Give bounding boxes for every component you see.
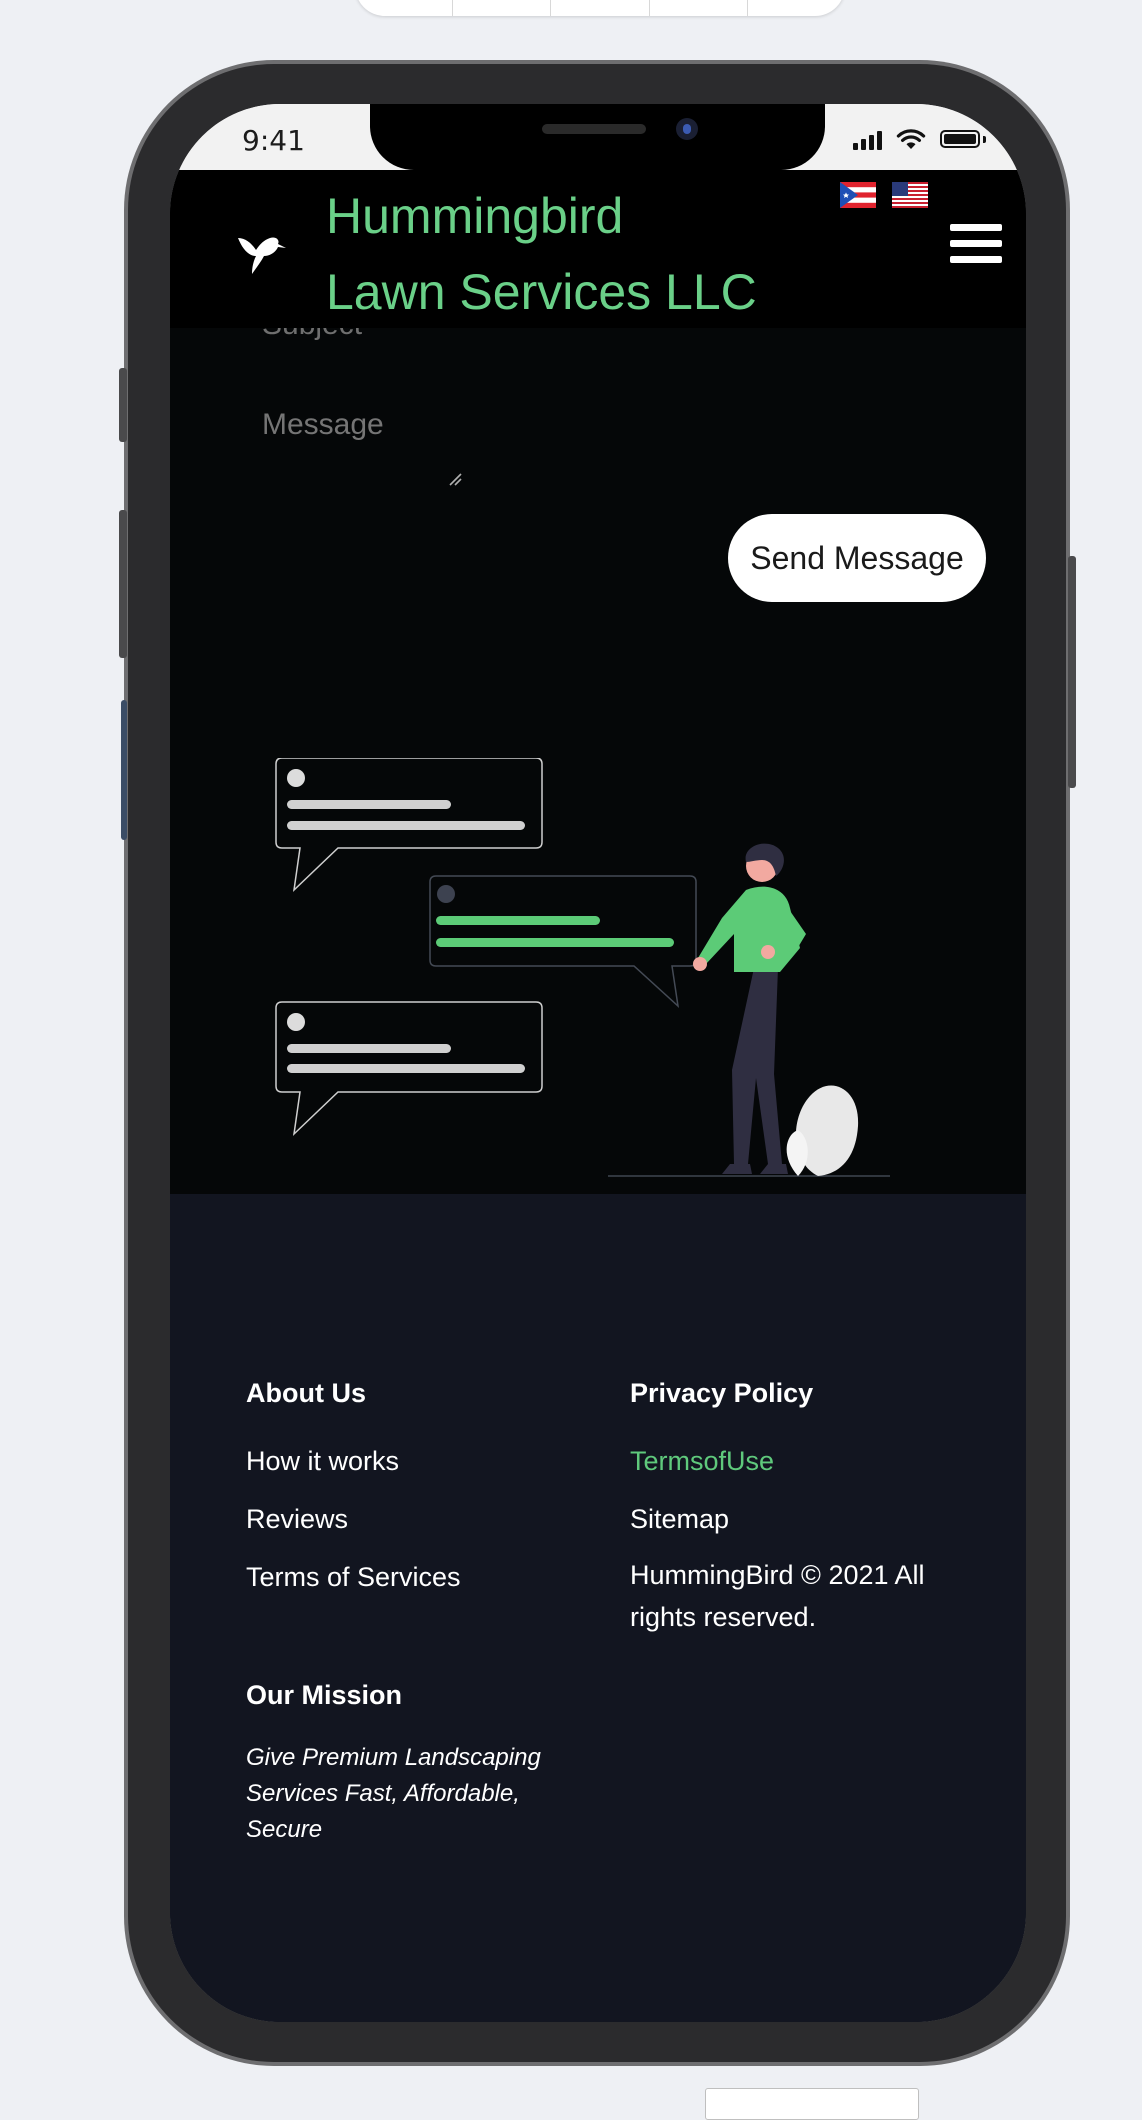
front-camera — [676, 118, 698, 140]
hamburger-menu-icon[interactable] — [950, 224, 1002, 270]
footer-link-sitemap[interactable]: Sitemap — [630, 1504, 729, 1535]
signal-icon — [853, 130, 882, 150]
wifi-icon — [896, 129, 926, 149]
us-flag-icon[interactable] — [892, 182, 928, 208]
person-illustration — [693, 843, 806, 1174]
footer-copyright: HummingBird © 2021 All rights reserved. — [630, 1560, 925, 1632]
footer-heading-about-us[interactable]: About Us — [246, 1378, 366, 1409]
volume-up-button — [119, 510, 127, 658]
notch — [370, 104, 825, 170]
footer-link-terms-of-services[interactable]: Terms of Services — [246, 1562, 461, 1593]
footer-link-terms-of-use[interactable]: TermsofUse — [630, 1446, 774, 1477]
footer-heading-our-mission: Our Mission — [246, 1680, 403, 1710]
brand-line-2: Lawn Services LLC — [326, 264, 757, 320]
resize-grip-icon[interactable] — [448, 472, 462, 486]
chat-bubble-1 — [275, 758, 543, 893]
site-footer: About Us How it works Reviews Terms of S… — [170, 1194, 1026, 2022]
mute-switch — [119, 368, 127, 442]
website: Hummingbird Lawn Services LLC Message Se… — [170, 170, 1026, 2022]
volume-down-button — [121, 700, 127, 840]
brand-name[interactable]: Hummingbird Lawn Services LLC — [326, 178, 757, 330]
brand-line-1: Hummingbird — [326, 188, 624, 244]
footer-heading-privacy-policy[interactable]: Privacy Policy — [630, 1378, 813, 1409]
footer-mission-text: Give Premium Landscaping Services Fast, … — [246, 1744, 541, 1843]
hummingbird-logo-icon[interactable] — [234, 226, 286, 276]
footer-link-reviews[interactable]: Reviews — [246, 1504, 348, 1535]
battery-icon — [940, 130, 986, 150]
site-header: Hummingbird Lawn Services LLC — [170, 170, 1026, 328]
phone-screen: 9:41 Hummingbird Lawn Services LLC Messa… — [170, 104, 1026, 2022]
contact-form: Subject Send Message — [170, 308, 1026, 1194]
chat-bubble-3 — [275, 1001, 543, 1137]
status-icons — [853, 128, 986, 150]
chat-illustration — [275, 758, 890, 1177]
bottom-panel — [705, 2088, 919, 2120]
footer-link-how-it-works[interactable]: How it works — [246, 1446, 399, 1477]
puerto-rico-flag-icon[interactable] — [840, 182, 876, 208]
chat-bubble-2 — [429, 875, 697, 1008]
status-time: 9:41 — [242, 124, 305, 157]
speaker — [542, 124, 646, 134]
power-button — [1068, 556, 1076, 788]
plant-illustration — [786, 1085, 859, 1176]
send-message-button[interactable]: Send Message — [728, 514, 986, 602]
browser-top-tabs — [355, 0, 845, 16]
